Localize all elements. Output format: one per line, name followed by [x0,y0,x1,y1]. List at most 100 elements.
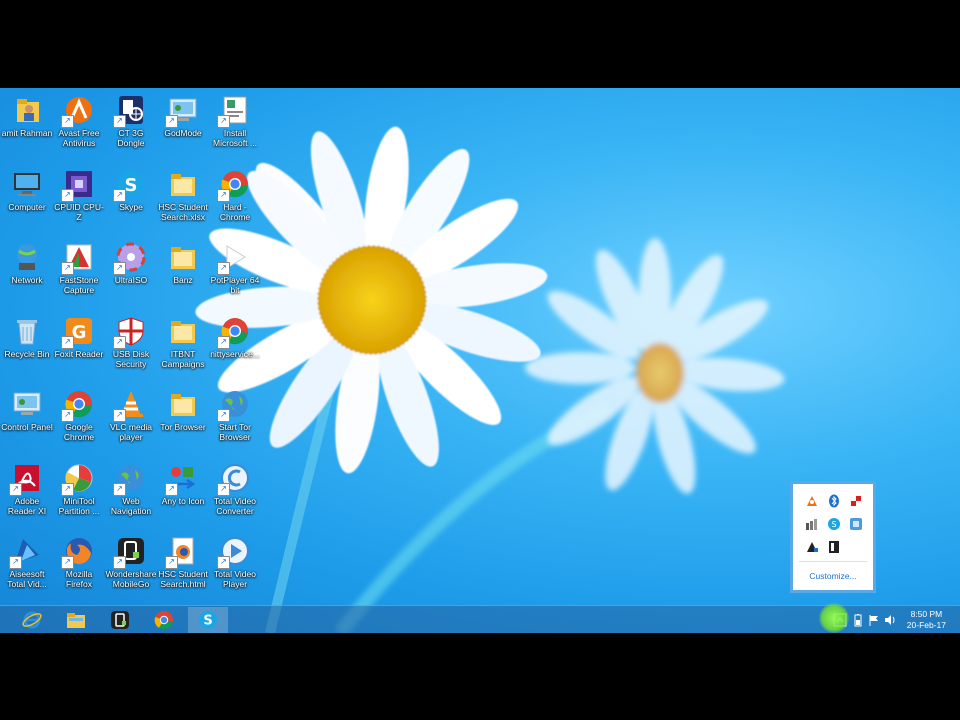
video-player-icon: ↗ [217,535,251,569]
skype-tray-icon[interactable]: S [827,517,841,531]
desktop-icon[interactable]: Network [0,237,54,303]
desktop-icon[interactable]: ↗ Web Navigation [104,458,158,524]
desktop-icon-label: Hard - Chrome [219,201,251,222]
folder-icon [167,315,199,347]
taskbar: S 8:50 PM 20-Feb-17 [0,605,960,633]
control-panel-icon: ↗ [165,94,199,128]
desktop-icon[interactable]: ↗ CT 3G Dongle [104,90,158,156]
desktop-icon[interactable]: HSC Student Search.xlsx [156,164,210,230]
volume-icon[interactable] [883,613,897,627]
any-to-icon-tray-icon[interactable] [849,517,863,531]
desktop-icon-label: Total Video Player [214,569,256,589]
vlc-icon: ↗ [113,388,147,422]
desktop-icon-label: HSC Student Search.xlsx [158,201,208,222]
desktop-icon-label: Web Navigation [110,495,152,516]
avast-tray-icon[interactable] [805,494,819,508]
desktop-icon[interactable]: ↗ Google Chrome [52,384,106,450]
shortcut-arrow-icon: ↗ [9,482,22,496]
shortcut-arrow-icon: ↗ [217,335,230,349]
desktop[interactable]: amit Rahman ↗ Avast Free Antivirus ↗ CT 3G D… [0,88,960,633]
shortcut-arrow-icon: ↗ [61,409,74,422]
taskbar-file-explorer[interactable] [56,607,96,633]
desktop-icon[interactable]: ↗ Mozilla Firefox [52,531,106,597]
desktop-icon[interactable]: ↗ UltraISO [104,237,158,303]
desktop-icon[interactable]: ↗ nittyservice... [208,311,262,377]
folder-icon [167,388,199,420]
desktop-icon[interactable]: Recycle Bin [0,311,54,377]
network-meter-icon[interactable] [805,517,819,531]
desktop-icon[interactable]: G ↗ Foxit Reader [52,311,106,377]
desktop-icon[interactable]: ↗ GodMode [156,90,210,156]
flash-icon[interactable] [827,540,841,554]
minitool-icon: ↗ [61,462,95,496]
taskbar-skype[interactable]: S [188,607,228,633]
desktop-icon[interactable]: ↗ Any to Icon [156,458,210,524]
customize-link[interactable]: Customize... [793,571,873,581]
desktop-icon[interactable]: ↗ Aiseesoft Total Vid... [0,531,54,597]
desktop-icon[interactable]: Control Panel [0,384,54,450]
ie-icon [22,611,42,629]
desktop-icon[interactable]: ↗ Start Tor Browser [208,384,262,450]
desktop-icon[interactable]: ↗ Install Microsoft ... [208,90,262,156]
desktop-icon[interactable]: ↗ HSC Student Search.html [156,531,210,597]
desktop-icon[interactable]: Computer [0,164,54,230]
desktop-icon[interactable]: ↗ Total Video Player [208,531,262,597]
any-to-icon-icon: ↗ [165,462,199,496]
folder-icon [167,241,199,273]
desktop-icon[interactable]: Tor Browser [156,384,210,450]
desktop-icon[interactable]: ↗ Wondershare MobileGo [104,531,158,597]
usb-security-tray-icon[interactable] [849,494,863,508]
shortcut-arrow-icon: ↗ [113,335,126,349]
battery-icon[interactable] [851,613,865,627]
skype-icon: S ↗ [113,168,147,202]
recycle-bin-icon [11,315,43,347]
shortcut-arrow-icon: ↗ [113,188,126,202]
clock[interactable]: 8:50 PM 20-Feb-17 [907,609,946,631]
taskbar-chrome[interactable] [144,607,184,633]
desktop-icon[interactable]: ↗ VLC media player [104,384,158,450]
globe-icon: ↗ [113,462,147,496]
shield-icon: ↗ [113,315,147,349]
bluetooth-icon[interactable] [827,494,841,508]
desktop-icon-label: Recycle Bin [4,348,50,359]
desktop-icon[interactable]: ↗ USB Disk Security [104,311,158,377]
desktop-icon[interactable]: ↗ FastStone Capture [52,237,106,303]
desktop-icon-label: ITBNT Campaigns [161,348,205,369]
shortcut-arrow-icon: ↗ [165,482,178,496]
desktop-icon[interactable]: ↗ Avast Free Antivirus [52,90,106,156]
desktop-icon-label: Skype [119,201,143,212]
dongle-icon: ↗ [113,94,147,128]
installer-icon: ↗ [217,94,251,128]
desktop-icon[interactable]: ITBNT Campaigns [156,311,210,377]
desktop-icon[interactable]: ↗ Total Video Converter [208,458,262,524]
desktop-icon[interactable]: ↗ MiniTool Partition ... [52,458,106,524]
shortcut-arrow-icon: ↗ [113,556,126,569]
svg-text:S: S [203,614,212,629]
desktop-icon-label: Computer [8,201,46,212]
desktop-icon-label: VLC media player [109,422,153,442]
desktop-icon[interactable]: ↗ Adobe Reader XI [0,458,54,524]
shortcut-arrow-icon: ↗ [61,556,74,569]
desktop-icon[interactable]: ↗ Hard - Chrome [208,164,262,230]
shortcut-arrow-icon: ↗ [165,556,178,569]
svg-text:S: S [831,520,836,529]
shortcut-arrow-icon: ↗ [61,115,74,128]
mobilego-icon: ↗ [113,535,147,569]
desktop-icon[interactable]: S ↗ Skype [104,164,158,230]
action-center-flag-icon[interactable] [867,613,881,627]
cpuz-icon: ↗ [61,168,95,202]
shortcut-arrow-icon: ↗ [61,335,74,349]
file-explorer-icon [67,613,85,628]
desktop-icon[interactable]: ↗ CPUID CPU-Z [52,164,106,230]
shortcut-arrow-icon: ↗ [61,482,74,496]
desktop-icon-label: PotPlayer 64 bit [210,275,260,295]
desktop-icon[interactable]: ↗ PotPlayer 64 bit [208,237,262,303]
taskbar-wondershare[interactable] [100,607,140,633]
taskbar-internet-explorer[interactable] [12,607,52,633]
chrome-icon: ↗ [217,315,251,349]
desktop-icon[interactable]: Banz [156,237,210,303]
shortcut-arrow-icon: ↗ [61,188,74,202]
notify-icon[interactable] [805,540,819,554]
desktop-icon[interactable]: amit Rahman [0,90,54,156]
shortcut-arrow-icon: ↗ [217,262,230,275]
